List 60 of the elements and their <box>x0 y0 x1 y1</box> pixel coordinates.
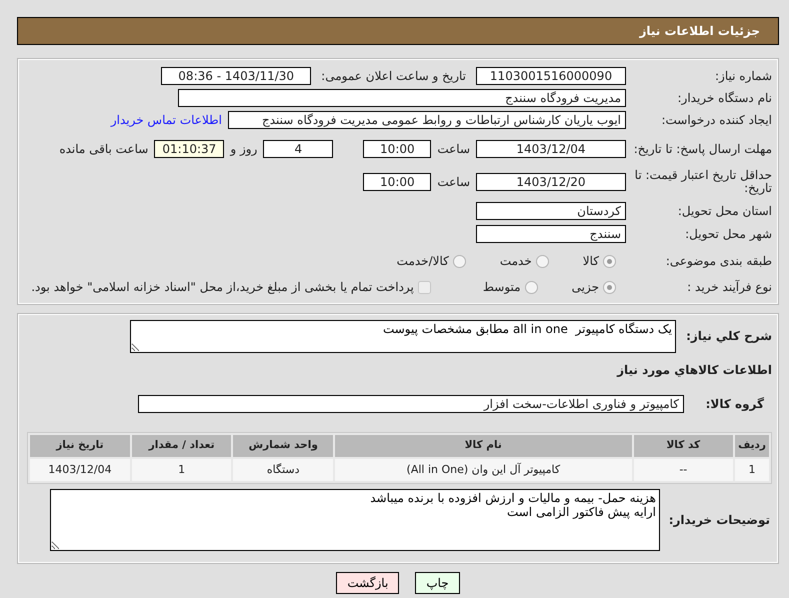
text-field[interactable]: ایوب یاریان کارشناس ارتباطات و روابط عمومی مدیریت فرودگاه سنندج <box>228 111 626 129</box>
column-header: ردیف <box>735 435 769 457</box>
table-cell: کامپیوتر آل این وان (All in One) <box>335 459 632 481</box>
table-cell: -- <box>634 459 734 481</box>
table-cell: 1 <box>735 459 769 481</box>
text-field[interactable]: 1103001516000090 <box>476 67 626 85</box>
field-label: شماره نیاز: <box>714 70 772 82</box>
column-header: نام کالا <box>335 435 632 457</box>
field-label: نام دستگاه خریدار: <box>676 92 772 104</box>
field-label: طبقه بندی موضوعی: <box>664 254 772 268</box>
description-field[interactable]: یک دستگاه کامپیوتر all in one مطابق مشخصات پیوست <box>130 320 676 353</box>
field-label: توضیحات خریدار: <box>668 514 771 526</box>
text-field[interactable]: 10:00 <box>363 173 432 191</box>
text-field[interactable]: کامپیوتر و فناوری اطلاعات-سخت افزار <box>138 395 684 413</box>
option-label: خدمت <box>500 253 532 270</box>
field-label: استان محل تحویل: <box>676 204 772 218</box>
text-field[interactable]: مدیریت فرودگاه سنندج <box>178 89 626 107</box>
text-field[interactable]: 1403/12/04 <box>476 140 626 158</box>
field-label: نوع فرآیند خرید : <box>686 280 772 294</box>
text-field[interactable]: کردستان <box>476 202 626 220</box>
radio-button[interactable] <box>452 254 466 268</box>
column-header: کد کالا <box>634 435 734 457</box>
radio-button[interactable] <box>603 254 616 268</box>
option-label: کالا <box>582 253 599 270</box>
header-title: جزئیات اطلاعات نیاز <box>639 23 760 40</box>
text-field[interactable]: 1403/12/20 <box>476 173 626 191</box>
field-label: ایجاد کننده درخواست: <box>660 114 772 126</box>
notes-field[interactable]: هزینه حمل- بیمه و مالیات و ارزش افزوده با برنده میباشد ارایه پیش فاکتور الزامی است <box>50 489 660 551</box>
table-cell: 1403/12/04 <box>30 459 130 481</box>
option-label: جزیی <box>572 279 599 296</box>
option-label: متوسط <box>482 279 521 296</box>
back-button[interactable]: بازگشت <box>336 572 400 594</box>
countdown-field[interactable]: 01:10:37 <box>154 140 224 158</box>
field-label: شهر محل تحویل: <box>684 228 772 240</box>
radio-button[interactable] <box>603 280 616 294</box>
text-field[interactable]: سنندج <box>476 225 626 243</box>
checkbox-label: پرداخت تمام یا بخشی از مبلغ خرید،از محل "اسناد خزانه اسلامی" خواهد بود. <box>31 279 414 296</box>
section-heading: اطلاعات کالاهاي مورد نياز <box>616 362 772 379</box>
column-header: واحد شمارش <box>233 435 334 457</box>
field-label: مهلت ارسال پاسخ: تا تاریخ: <box>632 142 772 156</box>
table-cell: دستگاه <box>233 459 334 481</box>
field-label: تاریخ و ساعت اعلان عمومی: <box>321 68 466 85</box>
field-label: شرح کلي نياز: <box>685 328 772 343</box>
field-label: ساعت <box>437 174 470 191</box>
field-label: گروه کالا: <box>704 398 765 410</box>
radio-button[interactable] <box>536 254 549 268</box>
table-cell: 1 <box>132 459 232 481</box>
field-label: ساعت <box>437 141 470 158</box>
text-field[interactable]: 1403/11/30 - 08:36 <box>161 67 312 85</box>
field-label: روز و <box>230 141 258 158</box>
contact-link[interactable]: اطلاعات تماس خریدار <box>110 111 222 129</box>
option-label: کالا/خدمت <box>396 253 449 270</box>
print-button[interactable]: چاپ <box>415 572 460 594</box>
text-field[interactable]: 4 <box>263 140 334 158</box>
radio-button[interactable] <box>524 280 538 294</box>
text-field[interactable]: 10:00 <box>363 140 432 158</box>
field-label: حداقل تاریخ اعتبار قیمت: تا تاریخ: <box>634 169 772 195</box>
column-header: تعداد / مقدار <box>132 435 232 457</box>
field-label: ساعت باقی مانده <box>59 141 148 158</box>
column-header: تاریخ نیاز <box>30 435 130 457</box>
